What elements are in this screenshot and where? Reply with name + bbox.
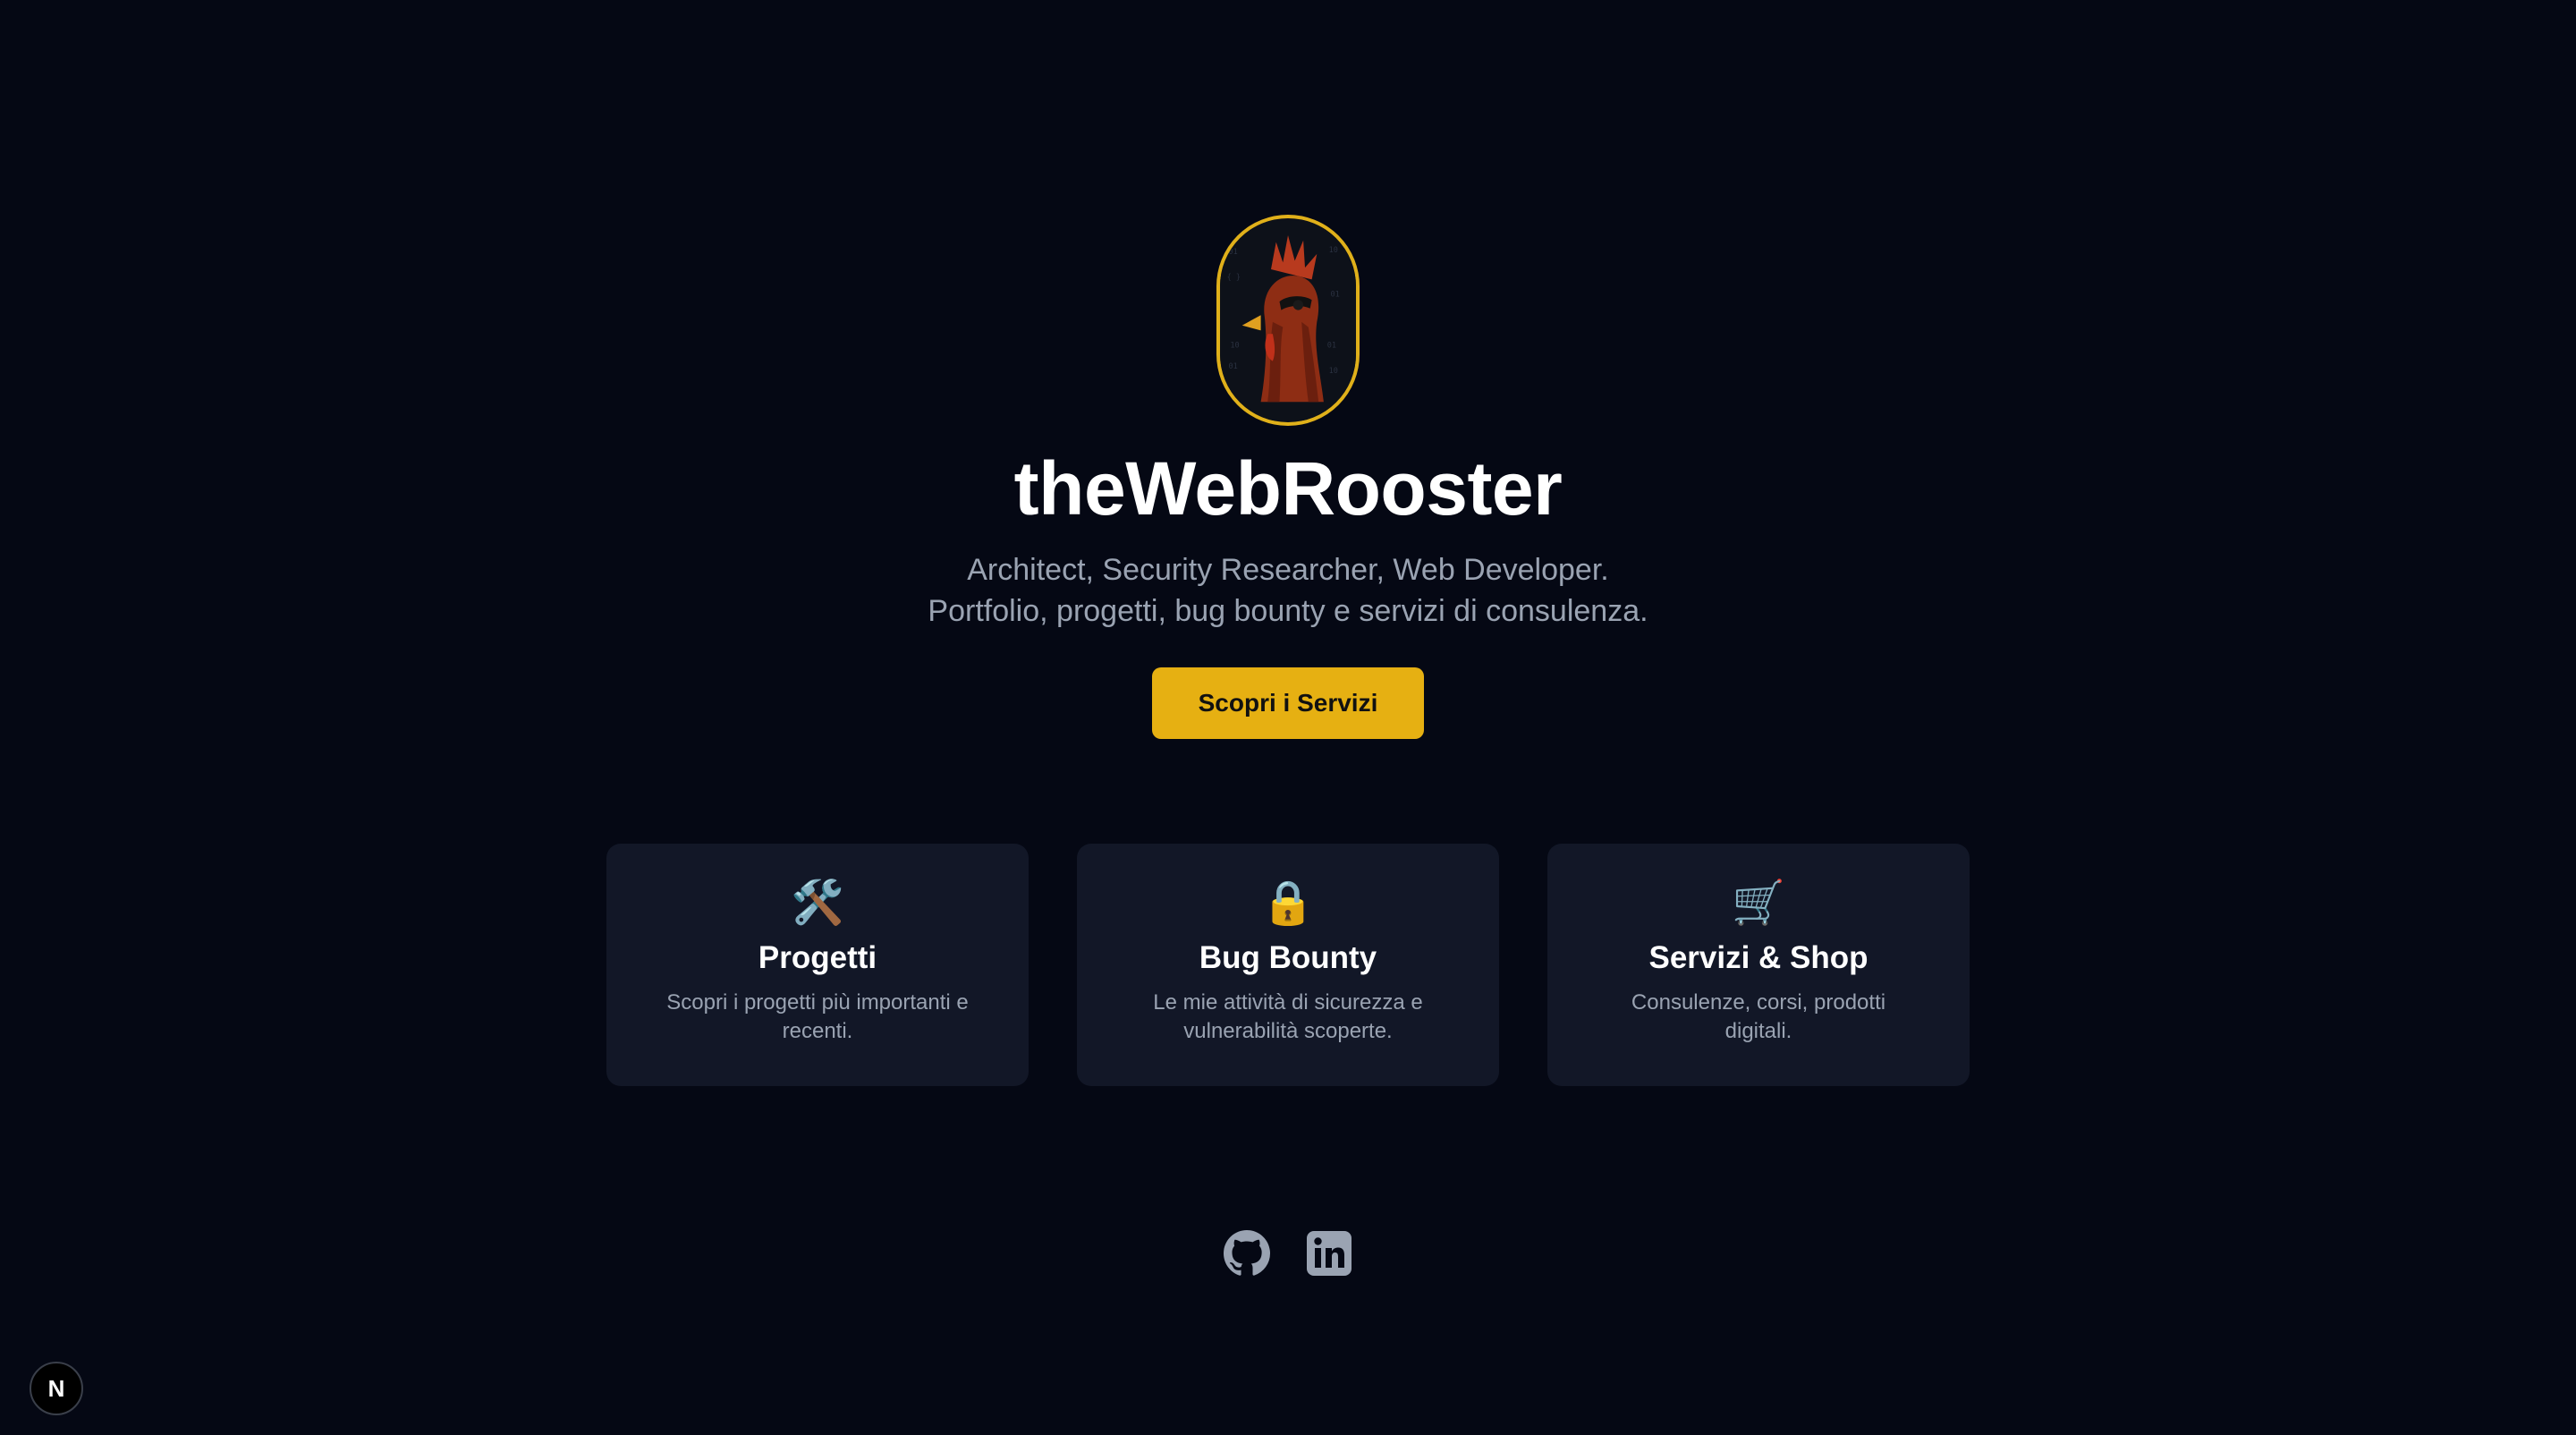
- svg-text:10: 10: [1329, 246, 1338, 255]
- rooster-logo-icon: 01 10 { } 01 10 01 01 10: [1216, 215, 1360, 426]
- hero-section: 01 10 { } 01 10 01 01 10 theWebRooster Archi…: [0, 215, 2576, 740]
- social-links: [0, 1230, 2576, 1277]
- svg-text:01: 01: [1327, 341, 1336, 350]
- svg-text:01: 01: [1229, 248, 1238, 257]
- nextjs-icon: N: [47, 1374, 65, 1402]
- card-title: Progetti: [758, 940, 877, 975]
- card-bug-bounty[interactable]: 🔒 Bug Bounty Le mie attività di sicurezz…: [1077, 844, 1499, 1086]
- lock-icon: 🔒: [1261, 879, 1315, 927]
- card-title: Bug Bounty: [1199, 940, 1377, 975]
- github-icon: [1224, 1230, 1270, 1276]
- tools-icon: 🛠️: [791, 879, 844, 927]
- card-description: Consulenze, corsi, prodotti digitali.: [1631, 990, 1886, 1043]
- cart-icon: 🛒: [1732, 879, 1785, 927]
- card-description: Scopri i progetti più importanti e recen…: [666, 990, 969, 1043]
- tagline: Architect, Security Researcher, Web Deve…: [928, 549, 1648, 632]
- card-description: Le mie attività di sicurezza e vulnerabi…: [1153, 990, 1423, 1043]
- card-servizi-shop[interactable]: 🛒 Servizi & Shop Consulenze, corsi, prod…: [1547, 844, 1970, 1086]
- site-title: theWebRooster: [1013, 446, 1563, 531]
- svg-text:{ }: { }: [1227, 273, 1241, 282]
- tagline-line-2: Portfolio, progetti, bug bounty e serviz…: [928, 594, 1648, 629]
- card-progetti[interactable]: 🛠️ Progetti Scopri i progetti più import…: [606, 844, 1029, 1086]
- feature-cards: 🛠️ Progetti Scopri i progetti più import…: [606, 844, 1970, 1086]
- linkedin-icon: [1307, 1231, 1352, 1276]
- svg-text:10: 10: [1230, 341, 1239, 350]
- nextjs-dev-badge[interactable]: N: [30, 1362, 83, 1415]
- tagline-line-1: Architect, Security Researcher, Web Deve…: [967, 553, 1609, 588]
- card-title: Servizi & Shop: [1648, 940, 1868, 975]
- github-link[interactable]: [1224, 1230, 1270, 1277]
- linkedin-link[interactable]: [1306, 1230, 1352, 1277]
- svg-text:01: 01: [1229, 362, 1238, 371]
- discover-services-button[interactable]: Scopri i Servizi: [1152, 667, 1424, 740]
- svg-text:01: 01: [1331, 290, 1340, 299]
- svg-text:10: 10: [1329, 367, 1338, 376]
